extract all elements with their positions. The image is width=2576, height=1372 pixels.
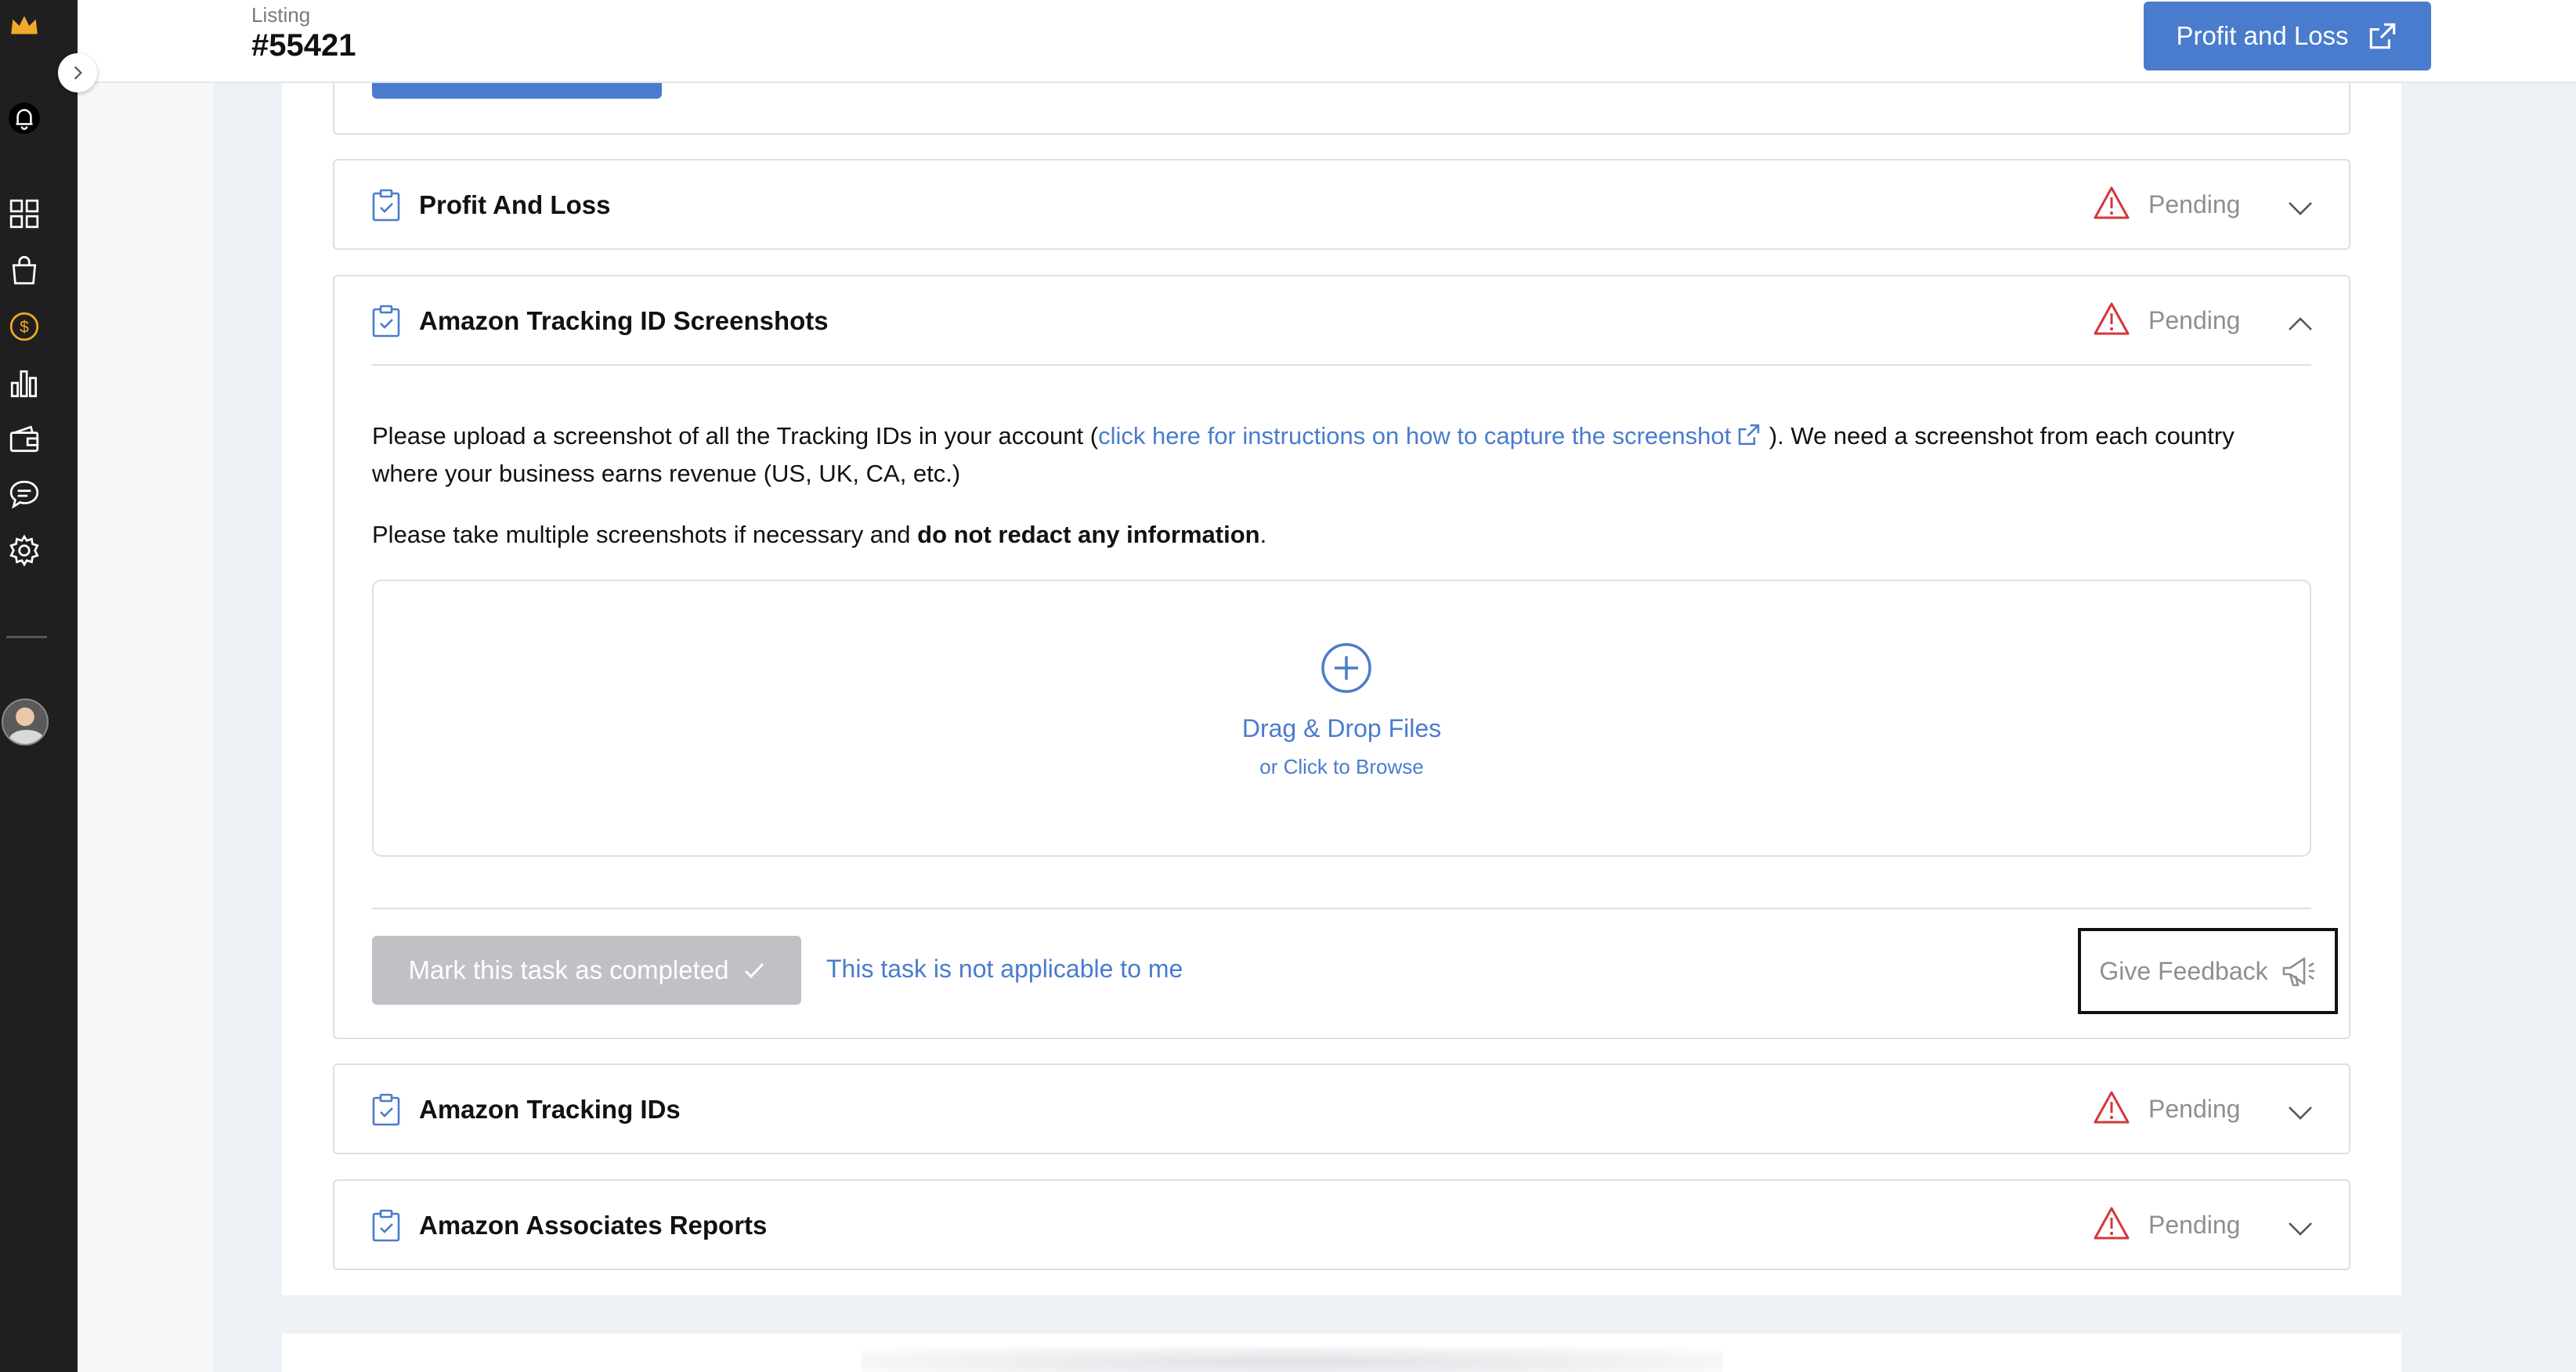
settings-icon[interactable] xyxy=(6,533,42,569)
previous-task-button[interactable] xyxy=(372,83,662,99)
right-gutter xyxy=(2401,83,2576,1372)
warning-icon xyxy=(2094,1091,2130,1124)
chevron-up-icon[interactable] xyxy=(2285,308,2316,339)
plus-circle-icon xyxy=(1321,643,1371,693)
clipboard-check-icon xyxy=(372,1209,400,1242)
chevron-down-icon[interactable] xyxy=(2285,1096,2316,1128)
listing-label: Listing xyxy=(251,3,311,27)
redact-suffix: . xyxy=(1259,521,1267,548)
content-gutter xyxy=(78,83,213,1372)
accordion-header[interactable]: Amazon Tracking IDs Pending xyxy=(334,1065,2349,1154)
instructions-link[interactable]: click here for instructions on how to ca… xyxy=(1098,422,1762,450)
sidebar-expand-button[interactable] xyxy=(58,53,97,92)
give-feedback-button[interactable]: Give Feedback xyxy=(2078,928,2338,1014)
file-dropzone[interactable]: Drag & Drop Files or Click to Browse xyxy=(372,579,2311,857)
svg-text:$: $ xyxy=(20,318,29,336)
status-badge: Pending xyxy=(2148,1211,2241,1239)
chat-icon[interactable] xyxy=(6,476,42,512)
bell-icon[interactable] xyxy=(6,100,42,136)
task-title: Amazon Tracking ID Screenshots xyxy=(419,306,829,335)
check-icon xyxy=(744,962,764,979)
avatar[interactable] xyxy=(2,699,49,746)
not-applicable-link[interactable]: This task is not applicable to me xyxy=(826,955,1183,984)
warning-icon xyxy=(2094,186,2130,219)
external-link-icon xyxy=(1739,424,1760,446)
crown-icon[interactable] xyxy=(6,8,42,44)
task-accordion-amazon-tracking-id-screenshots: Amazon Tracking ID Screenshots Pending P… xyxy=(333,275,2350,1039)
megaphone-icon xyxy=(2282,957,2314,987)
dollar-icon[interactable]: $ xyxy=(6,309,42,345)
status-badge: Pending xyxy=(2148,1095,2241,1123)
clipboard-check-icon xyxy=(372,305,400,338)
redact-bold: do not redact any information xyxy=(917,521,1260,548)
dropzone-title: Drag & Drop Files xyxy=(1241,714,1442,742)
chevron-down-icon[interactable] xyxy=(2285,192,2316,223)
sidebar-divider xyxy=(6,636,47,638)
panel-shadow xyxy=(862,1347,1723,1372)
accordion-header[interactable]: Amazon Associates Reports Pending xyxy=(334,1181,2349,1270)
chevron-right-icon xyxy=(74,66,82,80)
bar-chart-icon[interactable] xyxy=(6,365,42,401)
sidebar: $ xyxy=(0,0,78,1372)
wallet-icon[interactable] xyxy=(6,421,42,457)
shopping-bag-icon[interactable] xyxy=(6,252,42,288)
instructions-prefix: Please upload a screenshot of all the Tr… xyxy=(372,422,1099,450)
profit-and-loss-button[interactable]: Profit and Loss xyxy=(2144,2,2431,70)
redact-prefix: Please take multiple screenshots if nece… xyxy=(372,521,918,548)
profit-and-loss-button-label: Profit and Loss xyxy=(2176,21,2349,50)
task-title: Profit And Loss xyxy=(419,190,611,219)
task-accordion-amazon-associates-reports[interactable]: Amazon Associates Reports Pending xyxy=(333,1179,2350,1270)
task-accordion-profit-and-loss[interactable]: Profit And Loss Pending xyxy=(333,159,2350,250)
divider xyxy=(372,908,2311,909)
dropzone-subtitle: or Click to Browse xyxy=(1259,755,1424,778)
clipboard-check-icon xyxy=(372,1093,400,1126)
task-title: Amazon Tracking IDs xyxy=(419,1095,681,1124)
listing-id: #55421 xyxy=(251,28,356,63)
task-title: Amazon Associates Reports xyxy=(419,1211,768,1240)
mark-complete-label: Mark this task as completed xyxy=(408,955,729,984)
accordion-header[interactable]: Profit And Loss Pending xyxy=(334,161,2349,250)
instructions-text: Please upload a screenshot of all the Tr… xyxy=(372,417,2291,493)
page-header: Listing #55421 Profit and Loss xyxy=(78,0,2576,83)
status-badge: Pending xyxy=(2148,190,2241,218)
status-badge: Pending xyxy=(2148,306,2241,334)
mark-complete-button[interactable]: Mark this task as completed xyxy=(372,936,801,1005)
external-link-icon xyxy=(2369,23,2395,49)
redact-warning-text: Please take multiple screenshots if nece… xyxy=(372,516,1266,554)
accordion-header[interactable]: Amazon Tracking ID Screenshots Pending xyxy=(334,276,2349,366)
give-feedback-label: Give Feedback xyxy=(2099,956,2268,985)
instructions-link-label: click here for instructions on how to ca… xyxy=(1098,422,1732,450)
task-accordion-amazon-tracking-ids[interactable]: Amazon Tracking IDs Pending xyxy=(333,1063,2350,1154)
warning-icon xyxy=(2094,1207,2130,1240)
clipboard-check-icon xyxy=(372,189,400,222)
warning-icon xyxy=(2094,302,2130,335)
chevron-down-icon[interactable] xyxy=(2285,1212,2316,1244)
divider xyxy=(372,364,2311,366)
dashboard-grid-icon[interactable] xyxy=(6,196,42,232)
